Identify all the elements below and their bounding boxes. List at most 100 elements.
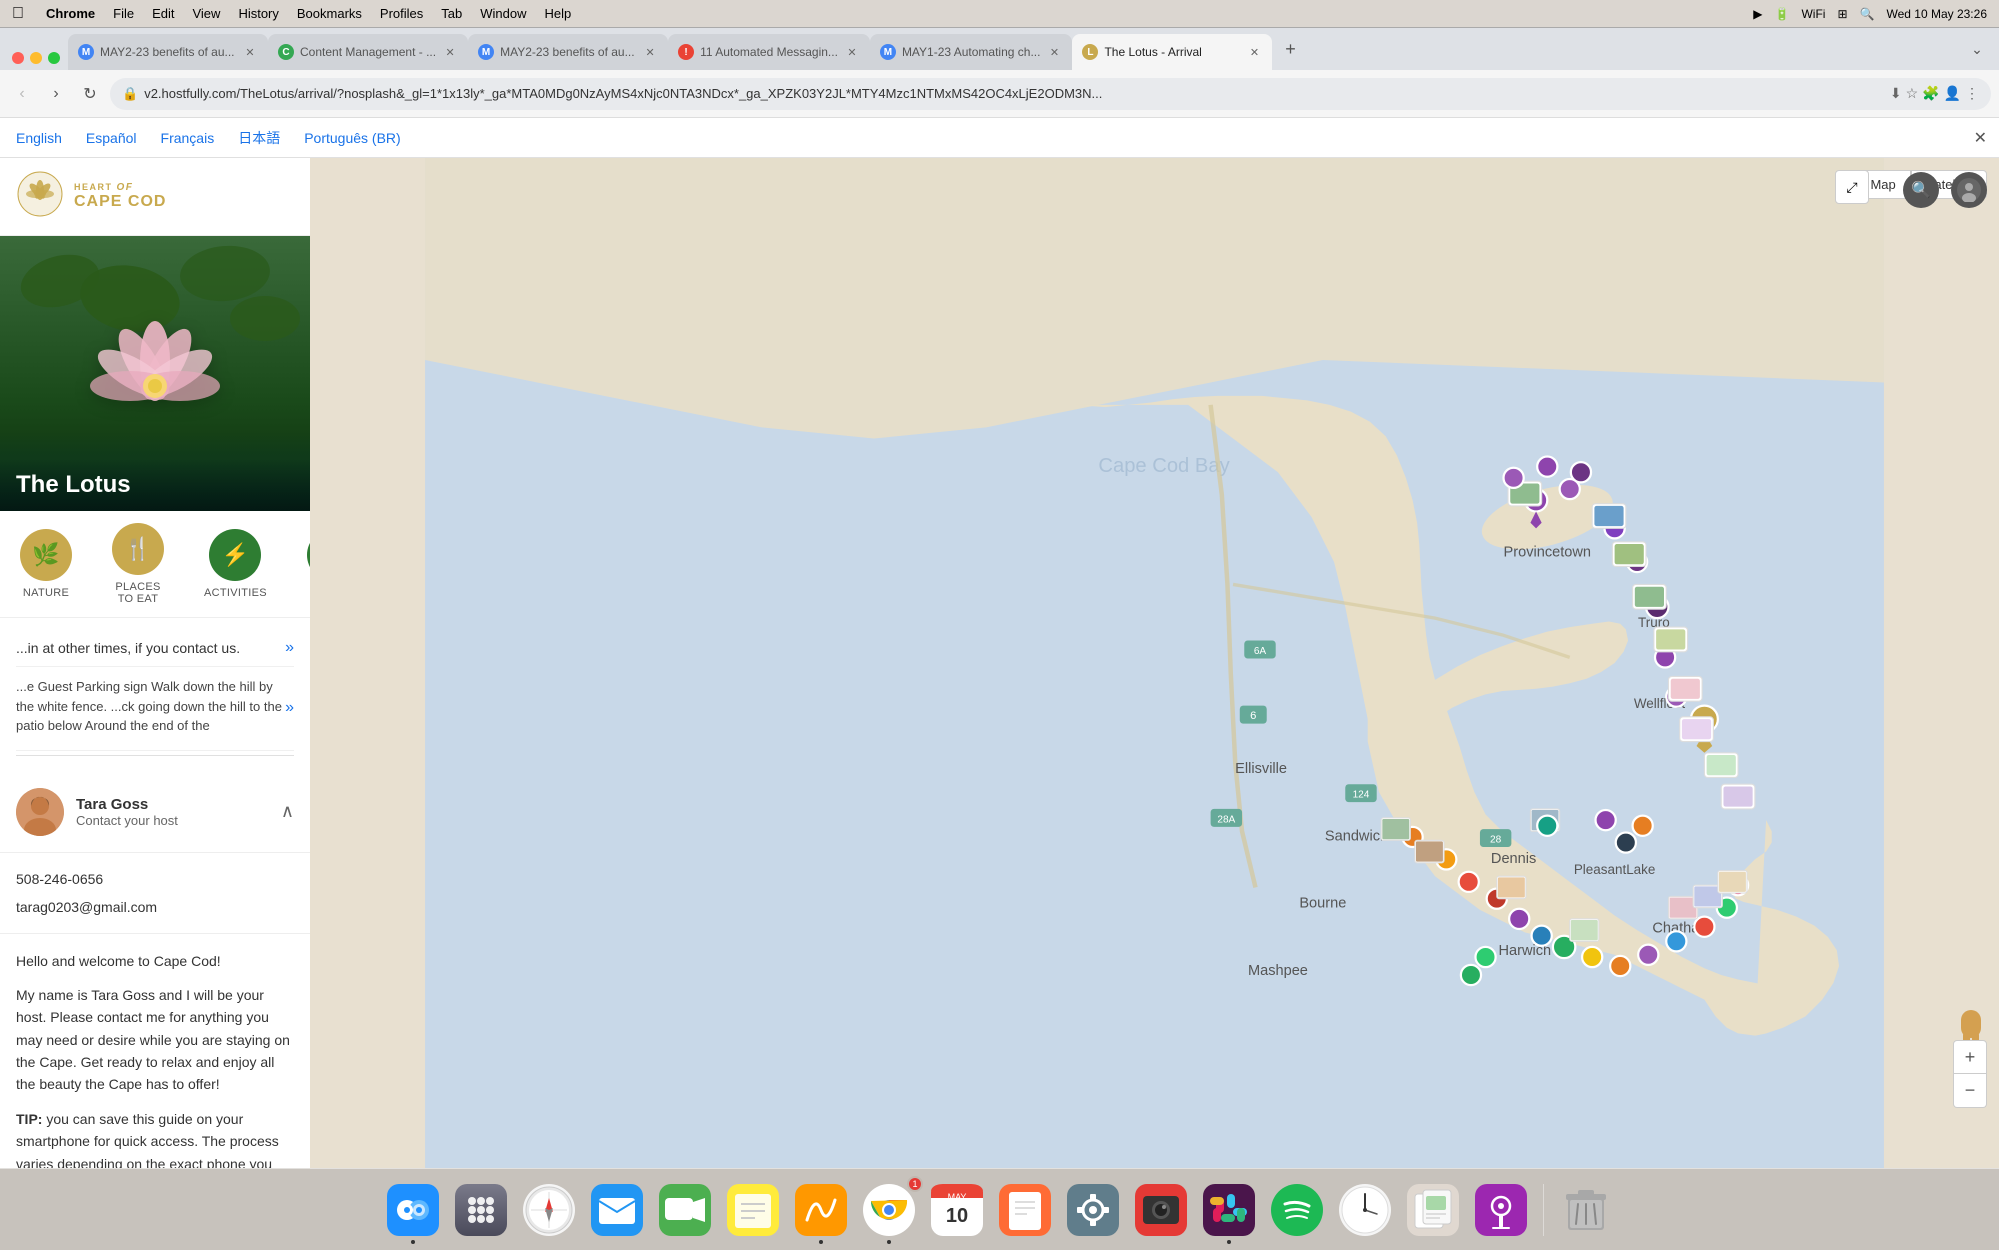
tab-3-close[interactable]: ✕ (642, 44, 658, 60)
lang-japanese[interactable]: 日本語 (238, 128, 280, 148)
arrival-row-2-expand[interactable]: » (285, 699, 294, 717)
dock-calendar[interactable]: 10 MAY (927, 1180, 987, 1240)
category-activities[interactable]: ⚡ ACTIVITIES (184, 521, 287, 607)
forward-button[interactable]: › (42, 80, 70, 108)
section-divider (16, 755, 294, 756)
extension-icon[interactable]: 🧩 (1922, 85, 1939, 102)
refresh-button[interactable]: ↻ (76, 80, 104, 108)
host-email[interactable]: tarag0203@gmail.com (16, 893, 294, 921)
address-field[interactable]: 🔒 v2.hostfully.com/TheLotus/arrival/?nos… (110, 78, 1991, 110)
map-zoom-out-button[interactable]: − (1953, 1074, 1987, 1108)
tab-3[interactable]: M MAY2-23 benefits of au... ✕ (468, 34, 668, 70)
tab-4-label: 11 Automated Messagin... (700, 45, 838, 59)
lang-english[interactable]: English (16, 130, 62, 146)
page-search-button[interactable]: 🔍 (1903, 172, 1939, 208)
category-places-to-eat[interactable]: 🍴 PLACES TO EAT (92, 515, 184, 613)
new-tab-button[interactable]: + (1276, 35, 1304, 63)
tab-1[interactable]: M MAY2-23 benefits of au... ✕ (68, 34, 268, 70)
page-user-button[interactable] (1951, 172, 1987, 208)
more-options-icon[interactable]: ⋮ (1965, 85, 1979, 102)
svg-text:PleasantLake: PleasantLake (1574, 862, 1656, 877)
minimize-window-button[interactable] (30, 52, 42, 64)
dock-facetime[interactable] (655, 1180, 715, 1240)
tab-1-close[interactable]: ✕ (242, 44, 258, 60)
host-section-chevron[interactable]: ∧ (281, 801, 294, 822)
menu-history[interactable]: History (238, 6, 278, 21)
tab-6-close[interactable]: ✕ (1246, 44, 1262, 60)
play-icon[interactable]: ▶ (1753, 7, 1762, 21)
tab-3-favicon: M (478, 44, 494, 60)
menu-edit[interactable]: Edit (152, 6, 174, 21)
download-icon[interactable]: ⬇ (1890, 85, 1902, 102)
menu-bookmarks[interactable]: Bookmarks (297, 6, 362, 21)
profile-icon-btn[interactable]: 👤 (1944, 85, 1961, 102)
dock-trash[interactable] (1556, 1180, 1616, 1240)
back-button[interactable]: ‹ (8, 80, 36, 108)
dock-podcasts[interactable] (1471, 1180, 1531, 1240)
menu-file[interactable]: File (113, 6, 134, 21)
tab-2-close[interactable]: ✕ (442, 44, 458, 60)
tab-6-active[interactable]: L The Lotus - Arrival ✕ (1072, 34, 1272, 70)
tab-5[interactable]: M MAY1-23 Automating ch... ✕ (870, 34, 1073, 70)
lang-portuguese[interactable]: Português (BR) (304, 130, 400, 146)
category-nature[interactable]: 🌿 NATURE (0, 521, 92, 607)
dock-launchpad[interactable] (451, 1180, 511, 1240)
category-activities-label: ACTIVITIES (204, 587, 267, 599)
arrival-section-content: ...in at other times, if you contact us.… (0, 618, 310, 772)
dock-clock[interactable] (1335, 1180, 1395, 1240)
dock-spotify[interactable] (1267, 1180, 1327, 1240)
dock-system-preferences[interactable] (1063, 1180, 1123, 1240)
lang-bar-close[interactable]: ✕ (1974, 128, 1987, 148)
tab-2[interactable]: C Content Management - ... ✕ (268, 34, 468, 70)
maximize-window-button[interactable] (48, 52, 60, 64)
map-fullscreen-button[interactable]: ⤢ (1835, 170, 1869, 204)
dock-safari[interactable] (519, 1180, 579, 1240)
apple-menu[interactable]:  (12, 5, 24, 23)
close-window-button[interactable] (12, 52, 24, 64)
chrome-icon (863, 1184, 915, 1236)
address-bar-row: ‹ › ↻ 🔒 v2.hostfully.com/TheLotus/arriva… (0, 70, 1999, 118)
places-to-eat-icon: 🍴 (112, 523, 164, 575)
dock-photobooth[interactable] (1131, 1180, 1191, 1240)
dock-finder[interactable] (383, 1180, 443, 1240)
control-center-icon[interactable]: ⊞ (1837, 7, 1847, 21)
dock-freeform[interactable] (791, 1180, 851, 1240)
bookmark-star-icon[interactable]: ☆ (1906, 85, 1919, 102)
host-contact-label[interactable]: Contact your host (76, 813, 269, 828)
user-avatar-svg (1957, 178, 1981, 202)
menu-view[interactable]: View (192, 6, 220, 21)
dock-preview[interactable] (1403, 1180, 1463, 1240)
map-area: Cape Cod Bay (310, 158, 1999, 1168)
category-bars[interactable]: 🍸 BARS (287, 521, 310, 607)
calendar-icon: 10 MAY (931, 1184, 983, 1236)
tab-4[interactable]: ! 11 Automated Messagin... ✕ (668, 34, 870, 70)
lang-espanol[interactable]: Español (86, 130, 137, 146)
menu-help[interactable]: Help (545, 6, 572, 21)
menu-window[interactable]: Window (480, 6, 526, 21)
dock-mail[interactable] (587, 1180, 647, 1240)
dock-notes[interactable] (723, 1180, 783, 1240)
macos-menu-bar:  Chrome File Edit View History Bookmark… (0, 0, 1999, 28)
svg-text:Bourne: Bourne (1299, 896, 1346, 912)
host-phone[interactable]: 508-246-0656 (16, 865, 294, 893)
tab-2-label: Content Management - ... (300, 45, 436, 59)
arrival-row-1-expand[interactable]: » (285, 639, 294, 657)
dock-pages[interactable] (995, 1180, 1055, 1240)
contact-details: 508-246-0656 tarag0203@gmail.com (0, 853, 310, 934)
map-zoom-in-button[interactable]: + (1953, 1040, 1987, 1074)
tab-5-close[interactable]: ✕ (1046, 44, 1062, 60)
tab-list-button[interactable]: ⌄ (1963, 35, 1991, 63)
lang-francais[interactable]: Français (161, 130, 215, 146)
menu-tab[interactable]: Tab (441, 6, 462, 21)
svg-text:Mashpee: Mashpee (1248, 963, 1308, 979)
dock-slack[interactable] (1199, 1180, 1259, 1240)
category-nature-label: NATURE (23, 587, 69, 599)
menu-chrome[interactable]: Chrome (46, 6, 95, 21)
menu-profiles[interactable]: Profiles (380, 6, 423, 21)
tab-4-close[interactable]: ✕ (844, 44, 860, 60)
language-bar: English Español Français 日本語 Português (… (0, 118, 1999, 158)
dock-chrome[interactable]: 1 (859, 1180, 919, 1240)
wifi-icon[interactable]: WiFi (1801, 7, 1825, 21)
macos-dock: 1 10 MAY (0, 1168, 1999, 1250)
search-menu-icon[interactable]: 🔍 (1860, 7, 1875, 21)
